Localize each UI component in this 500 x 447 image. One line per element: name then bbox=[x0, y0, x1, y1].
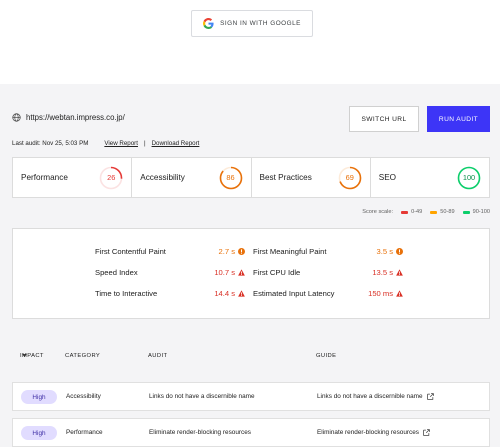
metrics-card: First Contentful Paint 2.7 s First Meani… bbox=[12, 228, 490, 319]
metric-label: First CPU Idle bbox=[253, 268, 301, 277]
score-scale-legend: Score scale: 0-49 50-89 90-100 bbox=[362, 209, 490, 215]
metric-label: Estimated Input Latency bbox=[253, 289, 335, 298]
warning-triangle-icon bbox=[396, 269, 403, 276]
download-report-link[interactable]: Download Report bbox=[152, 140, 200, 147]
url-text: https://webtan.impress.co.jp/ bbox=[26, 113, 125, 122]
info-circle-icon bbox=[396, 248, 403, 255]
metric-value: 13.5 s bbox=[372, 268, 403, 277]
row-audit: Links do not have a discernible name bbox=[149, 393, 255, 400]
legend-item-average: 50-89 bbox=[430, 209, 455, 215]
external-link-icon bbox=[426, 393, 434, 400]
score-label: Performance bbox=[21, 173, 68, 182]
globe-icon bbox=[12, 113, 21, 122]
metric-label: Speed Index bbox=[95, 268, 138, 277]
score-value: 26 bbox=[107, 173, 116, 182]
metric-time-to-interactive: Time to Interactive 14.4 s bbox=[95, 289, 245, 298]
impact-badge: High bbox=[21, 426, 57, 440]
score-label: Best Practices bbox=[259, 173, 312, 182]
header-area: SIGN IN WITH GOOGLE bbox=[0, 0, 500, 84]
legend-item-pass: 90-100 bbox=[462, 209, 490, 215]
row-audit: Eliminate render-blocking resources bbox=[149, 429, 251, 436]
url-display: https://webtan.impress.co.jp/ bbox=[12, 113, 125, 122]
score-performance[interactable]: Performance 26 bbox=[13, 158, 133, 197]
category-column-header: CATEGORY bbox=[65, 353, 101, 359]
row-guide-link[interactable]: Links do not have a discernible name bbox=[317, 383, 434, 410]
metric-label: First Meaningful Paint bbox=[253, 247, 327, 256]
metric-label: Time to Interactive bbox=[95, 289, 158, 298]
last-audit-text: Last audit: Nov 25, 5:03 PM bbox=[12, 140, 89, 147]
metric-value: 3.5 s bbox=[377, 247, 403, 256]
score-gauge: 69 bbox=[338, 166, 362, 190]
impact-badge: High bbox=[21, 390, 57, 404]
sign-in-google-button[interactable]: SIGN IN WITH GOOGLE bbox=[191, 10, 313, 37]
score-label: SEO bbox=[378, 173, 397, 182]
warning-triangle-icon bbox=[396, 290, 403, 297]
metric-estimated-input-latency: Estimated Input Latency 150 ms bbox=[253, 289, 403, 298]
metric-first-contentful-paint: First Contentful Paint 2.7 s bbox=[95, 247, 245, 256]
sign-in-google-label: SIGN IN WITH GOOGLE bbox=[220, 20, 301, 27]
metric-value: 10.7 s bbox=[214, 268, 245, 277]
warning-triangle-icon bbox=[238, 290, 245, 297]
category-scores: Performance 26 Accessibility 86 Best Pra… bbox=[12, 157, 490, 198]
score-value: 86 bbox=[226, 173, 235, 182]
row-category: Performance bbox=[66, 429, 103, 436]
run-audit-button[interactable]: RUN AUDIT bbox=[427, 106, 490, 132]
score-value: 69 bbox=[345, 173, 354, 182]
google-g-icon bbox=[203, 18, 214, 29]
link-separator: | bbox=[143, 140, 146, 147]
audit-column-header: AUDIT bbox=[148, 353, 168, 359]
external-link-icon bbox=[423, 429, 430, 436]
audit-info: Last audit: Nov 25, 5:03 PM View Report … bbox=[12, 140, 199, 147]
info-circle-icon bbox=[238, 248, 245, 255]
score-gauge: 86 bbox=[219, 166, 243, 190]
row-category: Accessibility bbox=[66, 393, 101, 400]
score-gauge: 100 bbox=[457, 166, 481, 190]
metric-first-cpu-idle: First CPU Idle 13.5 s bbox=[253, 268, 403, 277]
score-accessibility[interactable]: Accessibility 86 bbox=[132, 158, 252, 197]
table-row[interactable]: High Performance Eliminate render-blocki… bbox=[12, 418, 490, 447]
score-best-practices[interactable]: Best Practices 69 bbox=[252, 158, 371, 197]
metric-speed-index: Speed Index 10.7 s bbox=[95, 268, 245, 277]
legend-item-fail: 0-49 bbox=[401, 209, 422, 215]
score-value: 100 bbox=[462, 173, 476, 182]
score-gauge: 26 bbox=[99, 166, 123, 190]
score-seo[interactable]: SEO 100 bbox=[371, 158, 489, 197]
view-report-link[interactable]: View Report bbox=[104, 140, 138, 147]
switch-url-button[interactable]: SWITCH URL bbox=[349, 106, 419, 132]
metric-label: First Contentful Paint bbox=[95, 247, 166, 256]
warning-triangle-icon bbox=[238, 269, 245, 276]
metric-value: 14.4 s bbox=[214, 289, 245, 298]
score-label: Accessibility bbox=[140, 173, 185, 182]
metric-value: 150 ms bbox=[368, 289, 403, 298]
metric-first-meaningful-paint: First Meaningful Paint 3.5 s bbox=[253, 247, 403, 256]
row-guide-link[interactable]: Eliminate render-blocking resources bbox=[317, 419, 430, 446]
guide-column-header: GUIDE bbox=[316, 353, 337, 359]
legend-title: Score scale: bbox=[362, 209, 394, 215]
table-row[interactable]: High Accessibility Links do not have a d… bbox=[12, 382, 490, 411]
impact-column-header[interactable]: IMPACT bbox=[20, 353, 43, 359]
metric-value: 2.7 s bbox=[219, 247, 245, 256]
